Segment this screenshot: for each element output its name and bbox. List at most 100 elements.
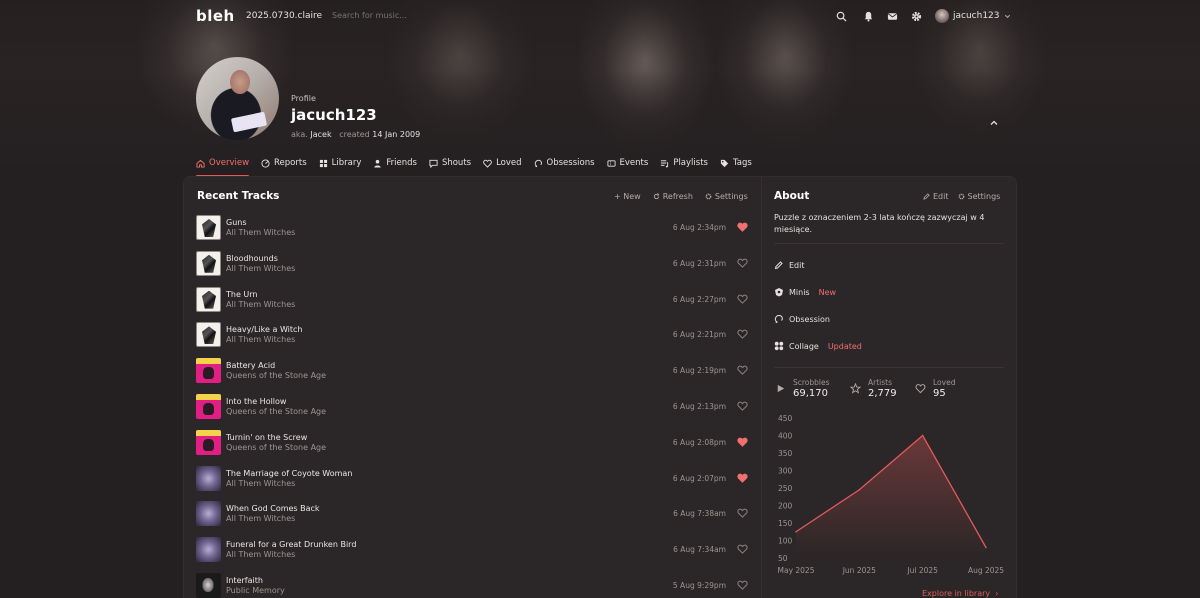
track-name[interactable]: Interfaith <box>226 576 263 585</box>
tab-loved[interactable]: Loved <box>483 154 522 172</box>
stat-loved[interactable]: Loved 95 <box>915 378 955 399</box>
data-point[interactable] <box>921 434 924 437</box>
love-heart-icon[interactable] <box>737 544 748 554</box>
album-cover[interactable] <box>196 537 221 563</box>
about-edit-button[interactable]: Edit <box>923 192 949 201</box>
track-name[interactable]: Guns <box>226 218 247 227</box>
love-heart-icon[interactable] <box>737 258 748 268</box>
new-button[interactable]: + New <box>614 192 641 201</box>
love-heart-icon[interactable] <box>737 222 748 232</box>
about-item-minis[interactable]: Minis New <box>774 287 836 297</box>
tab-reports[interactable]: Reports <box>261 154 307 172</box>
album-cover[interactable] <box>196 215 221 240</box>
column-divider <box>761 176 762 598</box>
love-heart-icon[interactable] <box>737 437 748 447</box>
track-artist[interactable]: All Them Witches <box>226 550 295 559</box>
tab-library[interactable]: Library <box>319 154 361 172</box>
y-tick-label: 300 <box>778 467 793 476</box>
about-settings-button[interactable]: Settings <box>958 192 1000 201</box>
about-item-edit[interactable]: Edit <box>774 260 805 270</box>
data-point[interactable] <box>858 488 861 491</box>
tab-overview[interactable]: Overview <box>196 154 250 177</box>
track-artist[interactable]: All Them Witches <box>226 228 295 237</box>
mail-icon[interactable] <box>886 10 898 22</box>
about-item-collage[interactable]: Collage Updated <box>774 341 862 351</box>
user-menu[interactable]: jacuch123 <box>935 9 1011 23</box>
track-name[interactable]: Battery Acid <box>226 361 275 370</box>
album-cover[interactable] <box>196 322 221 348</box>
track-name[interactable]: Heavy/Like a Witch <box>226 325 303 334</box>
tab-obsessions[interactable]: Obsessions <box>534 154 595 172</box>
track-row[interactable]: Into the Hollow Queens of the Stone Age 6 … <box>196 394 748 421</box>
search-input[interactable] <box>332 11 452 20</box>
love-heart-icon[interactable] <box>737 580 748 590</box>
tab-shouts[interactable]: Shouts <box>429 154 471 172</box>
track-row[interactable]: The Marriage of Coyote Woman All Them Wit… <box>196 465 748 493</box>
track-row[interactable]: Turnin' on the Screw Queens of the Stone … <box>196 429 748 457</box>
album-cover[interactable] <box>196 429 221 455</box>
data-point[interactable] <box>795 530 797 533</box>
track-artist[interactable]: All Them Witches <box>226 335 295 344</box>
love-heart-icon[interactable] <box>737 365 748 375</box>
settings-button[interactable]: Settings <box>705 192 748 201</box>
gear-icon[interactable] <box>910 10 922 22</box>
track-name[interactable]: Turnin' on the Screw <box>226 433 307 442</box>
love-heart-icon[interactable] <box>737 329 748 340</box>
track-artist[interactable]: All Them Witches <box>226 264 295 273</box>
tab-events[interactable]: Events <box>606 154 648 172</box>
bell-icon[interactable] <box>862 10 874 22</box>
tab-tags[interactable]: Tags <box>720 154 752 172</box>
search-icon[interactable] <box>835 10 847 22</box>
love-heart-icon[interactable] <box>737 473 748 483</box>
app-logo[interactable]: bleh <box>196 7 235 25</box>
album-cover[interactable] <box>196 394 221 419</box>
track-row[interactable]: Bloodhounds All Them Witches 6 Aug 2:31pm <box>196 250 748 278</box>
album-cover[interactable] <box>196 286 221 312</box>
album-cover[interactable] <box>196 465 221 491</box>
track-time: 6 Aug 2:07pm <box>672 473 726 483</box>
track-artist[interactable]: Queens of the Stone Age <box>226 443 326 452</box>
obsession-icon <box>774 314 783 323</box>
stat-scrobbles[interactable]: Scrobbles 69,170 <box>775 378 830 399</box>
track-row[interactable]: Interfaith Public Memory 5 Aug 9:29pm <box>196 573 748 598</box>
tab-friends[interactable]: Friends <box>373 154 417 172</box>
track-row[interactable]: The Urn All Them Witches 6 Aug 2:27pm <box>196 286 748 314</box>
love-heart-icon[interactable] <box>737 401 748 411</box>
stat-artists[interactable]: Artists 2,779 <box>850 378 897 399</box>
love-heart-icon[interactable] <box>737 294 748 304</box>
track-row[interactable]: Heavy/Like a Witch All Them Witches 6 Aug … <box>196 322 748 349</box>
track-artist[interactable]: Public Memory <box>226 586 285 595</box>
about-item-obsession[interactable]: Obsession <box>774 314 830 324</box>
refresh-button[interactable]: Refresh <box>653 192 693 201</box>
y-tick-label: 50 <box>778 554 788 563</box>
track-name[interactable]: Into the Hollow <box>226 397 286 406</box>
track-name[interactable]: Bloodhounds <box>226 254 278 263</box>
track-row[interactable]: Guns All Them Witches 6 Aug 2:34pm <box>196 215 748 242</box>
track-name[interactable]: When God Comes Back <box>226 504 320 513</box>
tab-playlists[interactable]: Playlists <box>660 154 708 172</box>
album-cover[interactable] <box>196 573 221 598</box>
track-artist[interactable]: Queens of the Stone Age <box>226 371 326 380</box>
y-tick-label: 450 <box>778 414 793 423</box>
data-point[interactable] <box>985 546 987 549</box>
album-cover[interactable] <box>196 358 221 384</box>
track-artist[interactable]: All Them Witches <box>226 300 295 309</box>
profile-meta: aka. Jacek created 14 Jan 2009 <box>291 130 421 139</box>
version-label[interactable]: 2025.0730.claire <box>246 11 322 21</box>
profile-avatar[interactable] <box>196 57 279 140</box>
track-row[interactable]: When God Comes Back All Them Witches 6 Aug… <box>196 501 748 528</box>
track-row[interactable]: Funeral for a Great Drunken Bird All Them… <box>196 537 748 564</box>
track-artist[interactable]: All Them Witches <box>226 514 295 523</box>
track-name[interactable]: Funeral for a Great Drunken Bird <box>226 540 356 549</box>
track-row[interactable]: Battery Acid Queens of the Stone Age 6 Aug… <box>196 358 748 385</box>
track-name[interactable]: The Marriage of Coyote Woman <box>226 469 352 478</box>
chevron-up-icon[interactable] <box>989 118 999 128</box>
track-time: 6 Aug 2:19pm <box>672 366 726 376</box>
track-artist[interactable]: Queens of the Stone Age <box>226 407 326 416</box>
track-name[interactable]: The Urn <box>226 290 258 299</box>
explore-library-link[interactable]: Explore in library › <box>922 589 998 598</box>
album-cover[interactable] <box>196 501 221 527</box>
album-cover[interactable] <box>196 250 221 276</box>
love-heart-icon[interactable] <box>737 508 748 519</box>
track-artist[interactable]: All Them Witches <box>226 479 295 488</box>
